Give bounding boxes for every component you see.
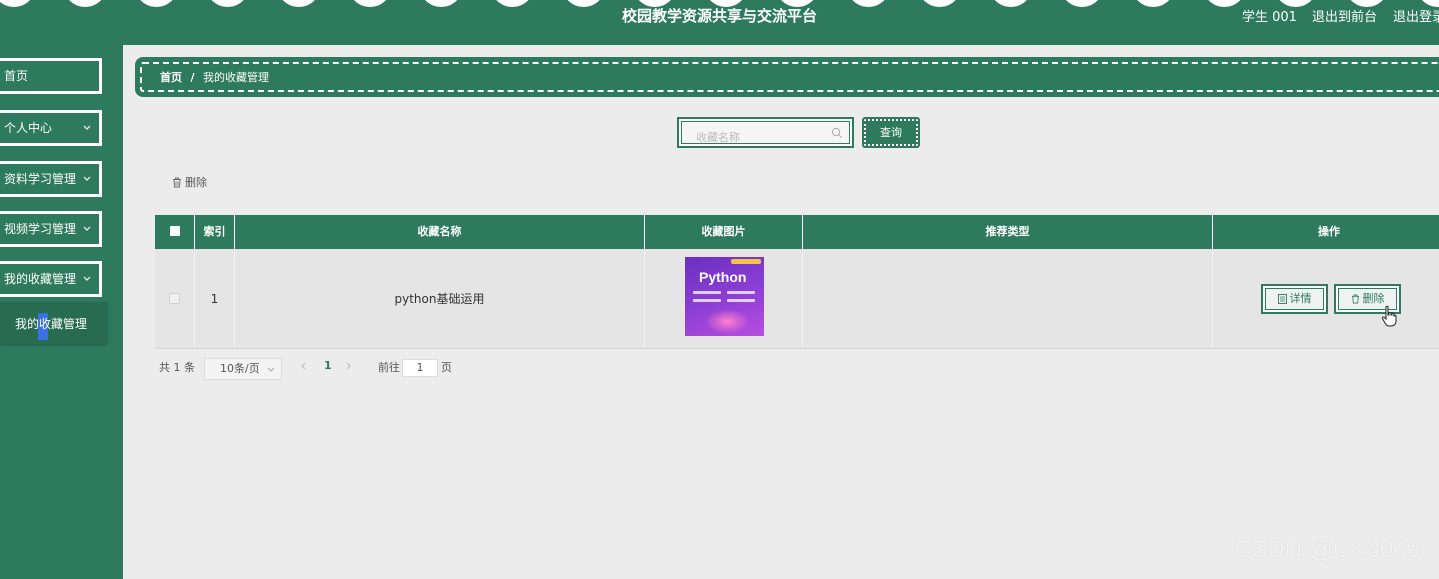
thumbnail-tag — [731, 259, 761, 264]
page-size-value: 10条/页 — [220, 362, 260, 375]
row-favorite-name: python基础运用 — [235, 249, 645, 348]
column-header-actions: 操作 — [1318, 225, 1340, 238]
detail-button-inner: 详情 — [1265, 288, 1324, 310]
chevron-down-icon — [83, 276, 91, 281]
top-bar: 校园教学资源共享与交流平台 学生 001 退出到前台 退出登录 — [0, 0, 1439, 45]
batch-delete-label: 删除 — [185, 176, 207, 189]
favorite-thumbnail-image[interactable]: Python — [685, 257, 764, 336]
breadcrumb: 首页 / 我的收藏管理 — [135, 57, 1439, 97]
search-input[interactable]: 收藏名称 — [677, 117, 854, 148]
search-icon — [831, 127, 842, 138]
goto-page-input[interactable]: 1 — [402, 359, 438, 377]
watermark: CSDN @CK3039 — [1234, 536, 1420, 563]
chevron-down-icon — [83, 125, 91, 130]
exit-to-front-link[interactable]: 退出到前台 — [1312, 6, 1377, 25]
thumbnail-glow — [705, 309, 750, 334]
breadcrumb-separator: / — [190, 71, 195, 84]
sidebar-item-video-study[interactable]: 视频学习管理 — [0, 211, 102, 247]
sidebar-subitem-my-favorites[interactable]: 我的收藏管理 — [0, 302, 107, 344]
breadcrumb-home[interactable]: 首页 — [160, 71, 182, 84]
search-input-inner: 收藏名称 — [681, 121, 850, 144]
detail-button[interactable]: 详情 — [1261, 284, 1328, 314]
detail-button-label: 详情 — [1289, 292, 1312, 305]
logout-link[interactable]: 退出登录 — [1393, 6, 1439, 25]
breadcrumb-current: 我的收藏管理 — [203, 71, 270, 84]
sidebar-item-label: 资料学习管理 — [4, 172, 77, 186]
query-button[interactable]: 查询 — [862, 117, 920, 148]
thumbnail-line — [693, 299, 721, 302]
sidebar-item-favorites[interactable]: 我的收藏管理 — [0, 261, 102, 297]
row-recommend-type — [803, 249, 1213, 348]
row-checkbox[interactable] — [169, 293, 180, 304]
current-user: 学生 001 — [1242, 10, 1297, 25]
hand-cursor-icon — [1381, 305, 1397, 327]
header-select-all[interactable] — [155, 215, 195, 249]
column-header-image: 收藏图片 — [645, 215, 803, 249]
trash-icon — [173, 177, 181, 188]
chevron-left-icon[interactable] — [300, 362, 306, 370]
chevron-down-icon — [83, 226, 91, 231]
page-number-current[interactable]: 1 — [324, 359, 332, 372]
column-header-name: 收藏名称 — [235, 215, 645, 249]
row-select-cell — [155, 249, 195, 348]
column-header-index: 索引 — [195, 215, 235, 249]
goto-label: 前往 — [378, 361, 400, 374]
search-placeholder: 收藏名称 — [696, 131, 740, 144]
chevron-down-icon — [83, 176, 91, 181]
document-icon — [1277, 294, 1287, 304]
query-button-dotted-border — [864, 119, 918, 146]
trash-icon — [1351, 294, 1359, 304]
sidebar-subitem-label: 我的收藏管理 — [15, 317, 88, 331]
delete-button-label: 删除 — [1362, 292, 1385, 305]
pagination-total: 共 1 条 — [159, 361, 195, 374]
breadcrumb-text: 首页 / 我的收藏管理 — [160, 69, 269, 85]
thumbnail-line — [727, 291, 755, 294]
table-header: 索引 收藏名称 收藏图片 推荐类型 操作 — [155, 215, 1439, 249]
row-index: 1 — [195, 249, 235, 348]
chevron-right-icon[interactable] — [346, 362, 352, 370]
sidebar-item-home[interactable]: 首页 — [0, 58, 102, 94]
select-all-checkbox[interactable] — [169, 226, 180, 236]
table-row: 1 python基础运用 Python 详情 删除 — [155, 249, 1439, 349]
batch-delete-button[interactable]: 删除 — [172, 174, 207, 190]
thumbnail-line — [693, 291, 721, 294]
sidebar-item-label: 视频学习管理 — [4, 222, 77, 236]
sidebar: 首页 个人中心 资料学习管理 视频学习管理 我的收藏管理 我的收藏管理 — [0, 45, 123, 579]
sidebar-item-label: 首页 — [4, 69, 29, 83]
thumbnail-python-text: Python — [699, 269, 747, 285]
row-actions-cell: 详情 删除 — [1213, 249, 1439, 348]
row-image-cell: Python — [645, 249, 803, 348]
sidebar-item-material-study[interactable]: 资料学习管理 — [0, 161, 102, 197]
column-header-type: 推荐类型 — [803, 215, 1213, 249]
sidebar-item-personal-center[interactable]: 个人中心 — [0, 110, 102, 146]
site-title: 校园教学资源共享与交流平台 — [621, 7, 817, 25]
breadcrumb-dashed-border — [140, 62, 1439, 92]
sidebar-item-label: 我的收藏管理 — [4, 272, 77, 286]
page-size-select[interactable]: 10条/页 — [204, 358, 282, 380]
sidebar-item-label: 个人中心 — [4, 121, 53, 135]
thumbnail-line — [727, 299, 755, 302]
page-unit-label: 页 — [441, 361, 452, 374]
chevron-down-icon — [267, 367, 275, 372]
